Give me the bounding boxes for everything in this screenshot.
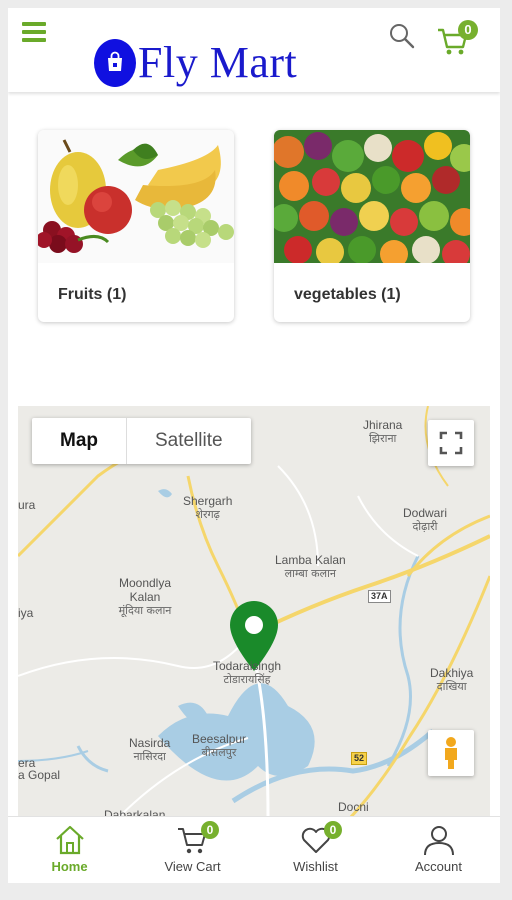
nav-label: View Cart (164, 859, 221, 874)
user-icon (423, 826, 454, 856)
shopping-bag-icon (94, 39, 136, 87)
logo[interactable]: Fly Mart (94, 36, 297, 90)
logo-text: Fly Mart (138, 38, 298, 87)
nav-wishlist[interactable]: 0 Wishlist (254, 817, 377, 883)
bottom-navigation: Home 0 View Cart 0 Wishlist Account (8, 816, 500, 883)
cart-count-badge: 0 (201, 821, 219, 839)
nav-view-cart[interactable]: 0 View Cart (131, 817, 254, 883)
nav-label: Wishlist (293, 859, 338, 874)
app-header: Fly Mart 0 (8, 8, 500, 92)
vegetables-image (274, 130, 470, 263)
road-shield: 37A (368, 590, 391, 603)
category-label: vegetables (1) (294, 286, 401, 303)
nav-label: Account (415, 859, 462, 874)
map-place-label: Lamba Kalan लाम्बा कलान (275, 553, 346, 580)
wishlist-count-badge: 0 (324, 821, 342, 839)
category-card-vegetables[interactable]: vegetables (1) (274, 130, 470, 322)
road-shield: 52 (351, 752, 368, 765)
hamburger-menu-icon[interactable] (22, 22, 50, 46)
header-cart-button[interactable]: 0 (436, 18, 482, 58)
map-type-control: Map Satellite (32, 418, 251, 464)
map-type-satellite-button[interactable]: Satellite (127, 418, 251, 464)
map-place-label: Moondlya Kalan मूंदिया कलान (118, 576, 172, 617)
map-place-label: Shergarh शेरगढ़ (183, 494, 233, 521)
map-place-label: Docni (338, 800, 369, 814)
fullscreen-icon[interactable] (428, 420, 474, 466)
map-place-label: ura (18, 498, 36, 512)
map-place-label: Nasirda नासिरदा (129, 736, 171, 763)
category-card-fruits[interactable]: Fruits (1) (38, 130, 234, 322)
map-view[interactable]: Jhirana झिराना Shergarh शेरगढ़ Dodwari दोढ़… (18, 406, 490, 818)
map-type-map-button[interactable]: Map (32, 418, 127, 464)
map-place-label: era (18, 756, 36, 770)
map-canvas (18, 406, 490, 818)
cart-count-badge: 0 (458, 20, 478, 40)
map-place-label: iya (18, 606, 34, 620)
category-label: Fruits (1) (58, 286, 127, 303)
search-icon[interactable] (388, 22, 416, 50)
home-icon (55, 825, 84, 855)
street-view-pegman-icon[interactable] (428, 730, 474, 776)
nav-home[interactable]: Home (8, 817, 131, 883)
fruits-image (38, 130, 234, 263)
map-place-label: Dakhiya दाखिया (430, 666, 474, 693)
nav-account[interactable]: Account (377, 817, 500, 883)
map-place-label: Todaraisingh टोडारायसिंह (213, 659, 282, 686)
nav-label: Home (51, 859, 88, 874)
map-place-label: Beesalpur बीसलपुर (192, 732, 247, 759)
map-place-label: a Gopal (18, 768, 61, 782)
app-screen: Fly Mart 0 Fruits (1) vegetables (1) Jhi… (8, 8, 500, 883)
map-place-label: Jhirana झिराना (363, 418, 403, 445)
map-place-label: Dodwari दोढ़ारी (403, 506, 448, 533)
